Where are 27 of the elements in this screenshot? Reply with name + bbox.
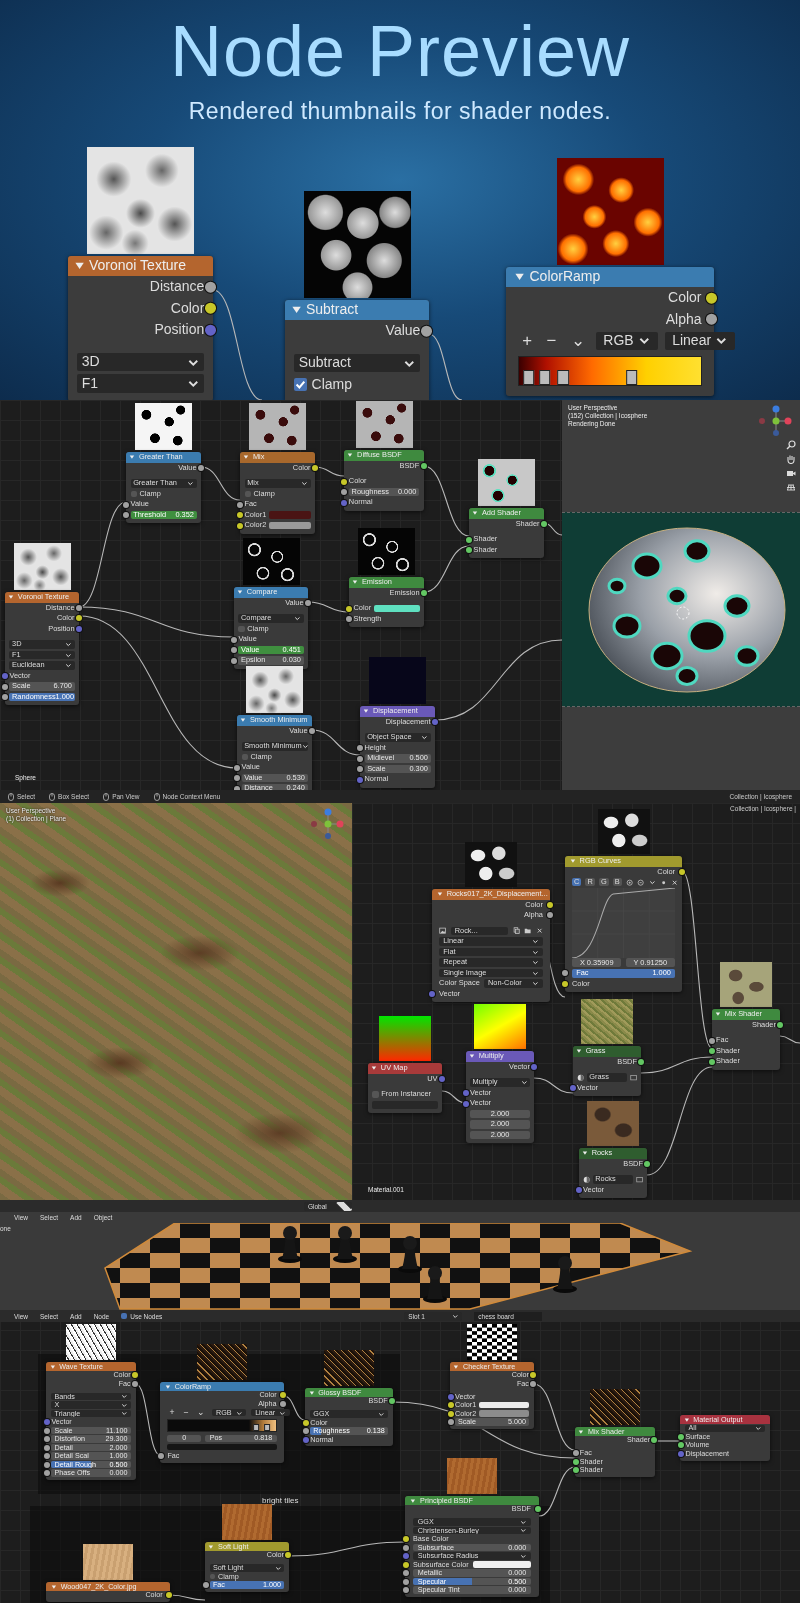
socket-label: Value (385, 323, 421, 339)
socket-label: Alpha (665, 311, 702, 327)
checkbox-label: Clamp (311, 376, 353, 393)
ramp-button[interactable]: ⌄ (194, 1408, 208, 1418)
node-title: ColorRamp (529, 269, 601, 285)
socket-label: Distance (149, 279, 205, 295)
node-header[interactable]: Voronoi Texture (68, 256, 213, 276)
dropdown[interactable]: F1 (76, 374, 205, 393)
node-header[interactable]: ColorRamp (506, 267, 714, 287)
ramp-button[interactable]: + (518, 331, 536, 350)
node-title: Subtract (305, 302, 359, 318)
frame-label: bright tiles (262, 1496, 299, 1505)
socket-label: Position (154, 322, 205, 338)
dropdown[interactable]: RGB (595, 331, 658, 350)
hero-title: Node Preview (168, 10, 632, 92)
ramp-button[interactable]: − (181, 1408, 191, 1418)
ramp-button[interactable]: − (542, 331, 561, 350)
ramp-button[interactable]: + (167, 1408, 177, 1418)
dropdown[interactable]: 3D (76, 352, 205, 372)
hero-subtitle: Rendered thumbnails for shader nodes. (187, 98, 613, 125)
dropdown[interactable]: Linear (664, 331, 735, 350)
socket-label: Color (668, 290, 702, 306)
node-title: Voronoi Texture (89, 258, 186, 274)
node-header[interactable]: Subtract (285, 300, 429, 320)
ramp-button[interactable]: ⌄ (567, 331, 589, 350)
socket-label: Color (170, 300, 205, 316)
dropdown[interactable]: Subtract (293, 353, 421, 373)
